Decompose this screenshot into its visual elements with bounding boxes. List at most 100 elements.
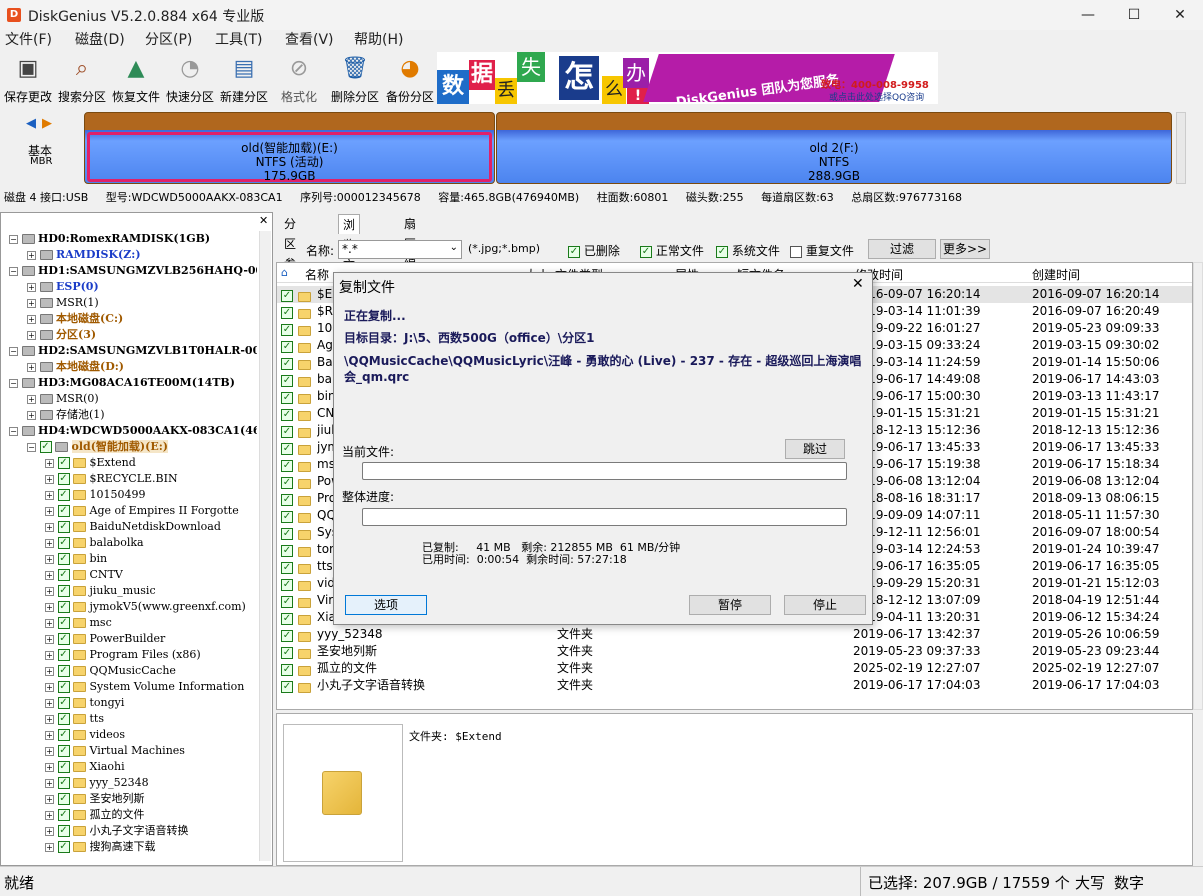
tree-node[interactable]: + ✓ $Extend	[45, 455, 136, 471]
backup-partition-button[interactable]: ◕ 备份分区	[382, 52, 438, 104]
tree-node[interactable]: + ✓ Xiaohi	[45, 759, 125, 775]
menu-tools[interactable]: 工具(T)	[215, 30, 262, 50]
tree-expander-icon[interactable]: +	[45, 618, 54, 628]
service-banner[interactable]: 数 据 丢 失 怎 么 办 ! DiskGenius 团队为您服务 致电：400…	[437, 52, 938, 104]
row-checkbox[interactable]: ✓	[281, 678, 293, 695]
tree-expander-icon[interactable]: +	[45, 506, 54, 516]
tree-node[interactable]: + ✓ tts	[45, 711, 104, 727]
tree-expander-icon[interactable]: +	[45, 762, 54, 772]
tree-scrollbar[interactable]	[259, 231, 271, 861]
row-checkbox[interactable]: ✓	[281, 576, 293, 593]
tree-node[interactable]: + ✓ Age of Empires II Forgotte	[45, 503, 239, 519]
skip-button[interactable]: 跳过	[785, 439, 845, 459]
tree-checkbox[interactable]: ✓	[57, 537, 70, 549]
tree-checkbox[interactable]: ✓	[57, 841, 70, 853]
tree-expander-icon[interactable]: +	[27, 298, 36, 308]
tree-expander-icon[interactable]: +	[45, 778, 54, 788]
row-checkbox[interactable]: ✓	[281, 610, 293, 627]
row-checkbox[interactable]: ✓	[281, 304, 293, 321]
menu-disk[interactable]: 磁盘(D)	[75, 30, 125, 50]
stop-button[interactable]: 停止	[784, 595, 866, 615]
tree-checkbox[interactable]: ✓	[57, 521, 70, 533]
minimize-button[interactable]: —	[1065, 0, 1111, 30]
tree-node[interactable]: + ✓ CNTV	[45, 567, 123, 583]
tree-checkbox[interactable]: ✓	[57, 633, 70, 645]
tree-checkbox[interactable]: ✓	[57, 457, 70, 469]
tree-node[interactable]: − HD1:SAMSUNGMZVLB256HAHQ-000L7(	[9, 263, 257, 279]
row-checkbox[interactable]: ✓	[281, 389, 293, 406]
row-checkbox[interactable]: ✓	[281, 321, 293, 338]
format-button[interactable]: ⊘ 格式化	[271, 52, 327, 104]
row-checkbox[interactable]: ✓	[281, 661, 293, 678]
pause-button[interactable]: 暂停	[689, 595, 771, 615]
row-checkbox[interactable]: ✓	[281, 627, 293, 644]
row-checkbox[interactable]: ✓	[281, 287, 293, 304]
tree-node[interactable]: + ESP(0)	[27, 279, 99, 295]
tree-expander-icon[interactable]: +	[45, 714, 54, 724]
tree-node[interactable]: − ✓ old(智能加载)(E:)	[27, 439, 168, 455]
save-changes-button[interactable]: ▣ 保存更改	[0, 52, 56, 104]
normal-files-checkbox[interactable]: ✓ 正常文件	[640, 242, 704, 259]
tree-checkbox[interactable]: ✓	[57, 745, 70, 757]
tree-node[interactable]: + ✓ yyy_52348	[45, 775, 149, 791]
menu-help[interactable]: 帮助(H)	[354, 30, 403, 50]
duplicate-files-checkbox[interactable]: 重复文件	[790, 242, 854, 259]
tree-checkbox[interactable]: ✓	[57, 793, 70, 805]
next-disk-icon[interactable]: ▶	[42, 116, 52, 131]
tree-expander-icon[interactable]: +	[27, 394, 36, 404]
menu-partition[interactable]: 分区(P)	[145, 30, 192, 50]
tree-expander-icon[interactable]: +	[27, 282, 36, 292]
row-checkbox[interactable]: ✓	[281, 491, 293, 508]
options-button[interactable]: 选项	[345, 595, 427, 615]
file-row[interactable]: ✓ yyy_52348 文件夹 2019-06-17 13:42:37 2019-05-…	[277, 626, 1192, 644]
col-name[interactable]: 名称	[305, 266, 329, 283]
tree-expander-icon[interactable]: +	[45, 538, 54, 548]
row-checkbox[interactable]: ✓	[281, 338, 293, 355]
tree-checkbox[interactable]: ✓	[57, 649, 70, 661]
row-checkbox[interactable]: ✓	[281, 525, 293, 542]
tree-expander-icon[interactable]: −	[9, 426, 18, 436]
row-checkbox[interactable]: ✓	[281, 423, 293, 440]
delete-partition-button[interactable]: 🗑 删除分区	[327, 52, 383, 104]
tab-sector-editor[interactable]: 扇区编辑	[400, 214, 420, 291]
tree-node[interactable]: − HD3:MG08ACA16TE00M(14TB)	[9, 375, 235, 391]
tree-checkbox[interactable]: ✓	[57, 825, 70, 837]
tree-expander-icon[interactable]: +	[45, 682, 54, 692]
tree-pane-close-icon[interactable]: ✕	[259, 214, 268, 227]
row-checkbox[interactable]: ✓	[281, 593, 293, 610]
tree-expander-icon[interactable]: +	[27, 250, 36, 260]
tree-checkbox[interactable]: ✓	[39, 441, 52, 453]
tab-partition-params[interactable]: 分区参数	[280, 214, 300, 291]
row-checkbox[interactable]: ✓	[281, 559, 293, 576]
tree-node[interactable]: + ✓ 圣安地列斯	[45, 791, 145, 807]
dialog-close-icon[interactable]: ✕	[852, 276, 864, 292]
tree-node[interactable]: + MSR(1)	[27, 295, 99, 311]
tree-checkbox[interactable]: ✓	[57, 777, 70, 789]
tree-checkbox[interactable]: ✓	[57, 553, 70, 565]
tree-node[interactable]: + 本地磁盘(C:)	[27, 311, 123, 327]
tree-expander-icon[interactable]: +	[45, 602, 54, 612]
tree-node[interactable]: + ✓ 孤立的文件	[45, 807, 145, 823]
more-button[interactable]: 更多>>	[940, 239, 990, 259]
tree-node[interactable]: + RAMDISK(Z:)	[27, 247, 141, 263]
row-checkbox[interactable]: ✓	[281, 457, 293, 474]
tree-node[interactable]: + ✓ $RECYCLE.BIN	[45, 471, 178, 487]
file-row[interactable]: ✓ 圣安地列斯 文件夹 2019-05-23 09:37:33 2019-05-23 0…	[277, 643, 1192, 661]
tree-node[interactable]: + ✓ msc	[45, 615, 112, 631]
tree-expander-icon[interactable]: +	[45, 666, 54, 676]
new-partition-button[interactable]: ▤ 新建分区	[216, 52, 272, 104]
partition-f-bar[interactable]: old 2(F:) NTFS 288.9GB	[496, 112, 1172, 184]
tree-node[interactable]: + ✓ jiuku_music	[45, 583, 156, 599]
search-partition-button[interactable]: ⌕ 搜索分区	[54, 52, 110, 104]
tree-checkbox[interactable]: ✓	[57, 665, 70, 677]
row-checkbox[interactable]: ✓	[281, 644, 293, 661]
tree-checkbox[interactable]: ✓	[57, 713, 70, 725]
tree-expander-icon[interactable]: +	[45, 730, 54, 740]
tree-checkbox[interactable]: ✓	[57, 569, 70, 581]
tree-checkbox[interactable]: ✓	[57, 761, 70, 773]
tree-node[interactable]: − HD4:WDCWD5000AAKX-083CA1(466GB	[9, 423, 257, 439]
row-checkbox[interactable]: ✓	[281, 355, 293, 372]
name-filter-input[interactable]: *.* ⌄	[338, 240, 462, 259]
tree-checkbox[interactable]: ✓	[57, 489, 70, 501]
row-checkbox[interactable]: ✓	[281, 542, 293, 559]
